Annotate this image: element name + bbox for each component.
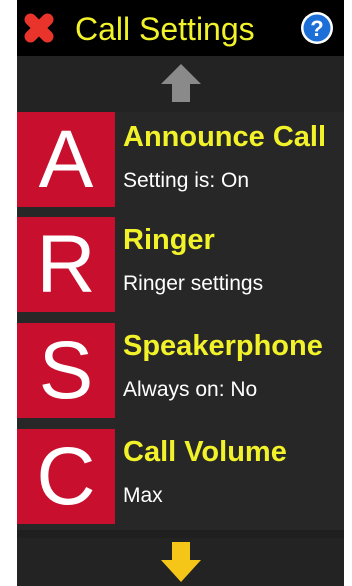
letter-tile: C [17,429,115,524]
item-subtitle: Max [123,484,163,507]
tile-letter: C [36,431,96,522]
tile-letter: S [38,325,94,416]
close-icon [24,13,54,43]
letter-tile: A [17,112,115,207]
settings-list: A Announce Call Setting is: On R Ringer … [17,112,344,530]
letter-tile: R [17,217,115,312]
list-item-announce-call[interactable]: A Announce Call Setting is: On [17,112,344,212]
page-title: Call Settings [75,11,255,47]
scroll-up-button[interactable] [17,56,344,112]
help-icon: ? [301,12,333,44]
arrow-down-icon [161,542,201,582]
close-button[interactable] [19,8,59,48]
tile-letter: R [36,219,96,310]
item-subtitle: Always on: No [123,378,258,401]
item-title: Announce Call [123,121,327,153]
list-item-call-volume[interactable]: C Call Volume Max [17,424,344,530]
item-title: Speakerphone [123,330,323,362]
list-item-ringer[interactable]: R Ringer Ringer settings [17,212,344,318]
arrow-up-icon [161,64,201,102]
phone-screen: Call Settings ? A Announce Call Setting [0,0,352,586]
item-subtitle: Ringer settings [123,272,264,295]
item-title: Ringer [123,224,215,256]
help-glyph: ? [310,16,323,41]
letter-tile: S [17,323,115,418]
header-bar: Call Settings ? [17,0,344,56]
item-subtitle: Setting is: On [123,169,250,192]
tile-letter: A [38,114,94,205]
help-button[interactable]: ? [300,11,334,45]
list-item-speakerphone[interactable]: S Speakerphone Always on: No [17,318,344,424]
item-title: Call Volume [123,436,287,468]
scroll-down-button[interactable] [17,538,344,586]
call-settings-screen: Call Settings ? A Announce Call Setting [17,0,344,586]
